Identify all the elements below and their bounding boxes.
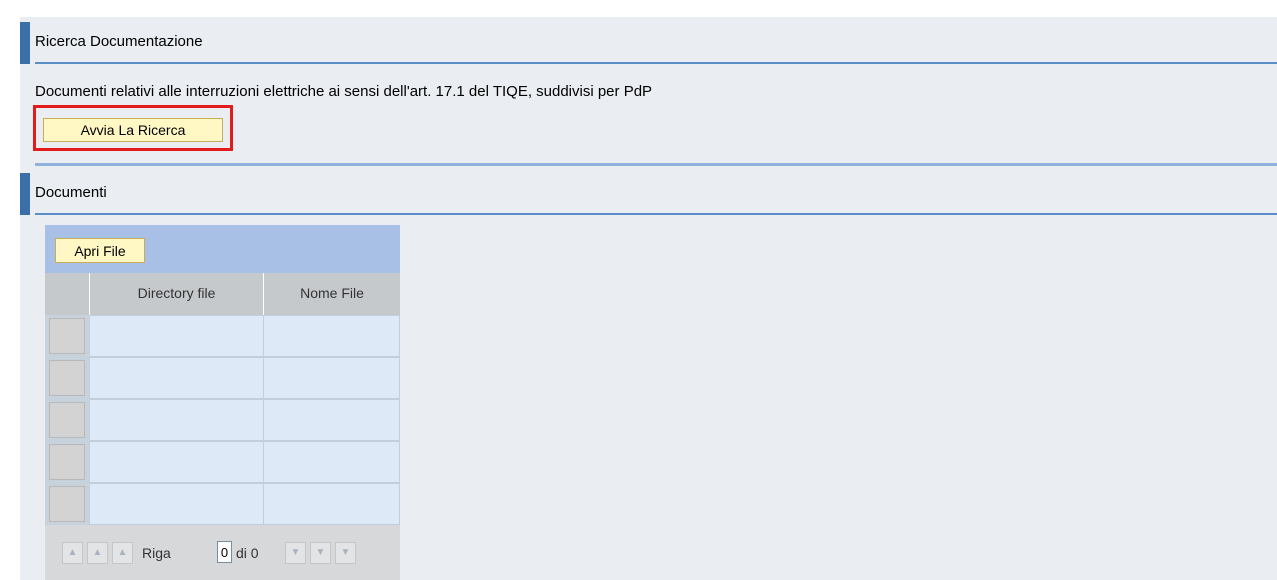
cell-directory[interactable] (89, 357, 264, 399)
start-search-button[interactable]: Avvia La Ricerca (43, 118, 223, 142)
row-selector[interactable] (49, 318, 85, 354)
section-accent-bar (20, 22, 30, 64)
row-label: Riga (142, 545, 171, 561)
table-row (45, 315, 400, 357)
open-file-button[interactable]: Apri File (55, 238, 145, 263)
cell-filename[interactable] (263, 357, 400, 399)
table-toolbar: Apri File (45, 225, 400, 273)
search-section-header: Ricerca Documentazione (20, 22, 1277, 64)
documents-section-title: Documenti (35, 184, 107, 201)
search-section-title: Ricerca Documentazione (35, 33, 203, 50)
section-underline (35, 62, 1277, 64)
cell-directory[interactable] (89, 483, 264, 525)
select-all-header[interactable] (45, 273, 89, 315)
cell-filename[interactable] (263, 483, 400, 525)
column-header-directory[interactable]: Directory file (89, 273, 263, 315)
row-total-label: di 0 (236, 545, 259, 561)
row-down-icon[interactable]: ▼ (285, 542, 306, 564)
page-up-icon[interactable]: ▲ (87, 542, 108, 564)
cell-directory[interactable] (89, 399, 264, 441)
page-down-icon[interactable]: ▼ (310, 542, 331, 564)
row-selector[interactable] (49, 402, 85, 438)
first-page-icon[interactable]: ▲ (62, 542, 83, 564)
section-divider (35, 163, 1277, 166)
cell-filename[interactable] (263, 315, 400, 357)
documents-table-panel: Apri File Directory file Nome File ▲ ▲ ▲… (45, 225, 400, 580)
last-page-icon[interactable]: ▼ (335, 542, 356, 564)
search-description: Documenti relativi alle interruzioni ele… (35, 83, 653, 100)
table-row (45, 399, 400, 441)
row-selector[interactable] (49, 486, 85, 522)
table-header: Directory file Nome File (45, 273, 400, 315)
section-underline (35, 213, 1277, 215)
row-selector[interactable] (49, 360, 85, 396)
section-accent-bar (20, 173, 30, 215)
documents-section-header: Documenti (20, 173, 1277, 215)
table-row (45, 483, 400, 525)
table-row (45, 357, 400, 399)
cell-directory[interactable] (89, 441, 264, 483)
column-header-filename[interactable]: Nome File (263, 273, 400, 315)
table-pager: ▲ ▲ ▲ Riga di 0 ▼ ▼ ▼ (45, 525, 400, 580)
cell-filename[interactable] (263, 441, 400, 483)
row-selector[interactable] (49, 444, 85, 480)
row-number-input[interactable] (217, 541, 232, 563)
table-row (45, 441, 400, 483)
page-canvas: Ricerca Documentazione Documenti relativ… (20, 17, 1277, 580)
cell-directory[interactable] (89, 315, 264, 357)
row-up-icon[interactable]: ▲ (112, 542, 133, 564)
cell-filename[interactable] (263, 399, 400, 441)
